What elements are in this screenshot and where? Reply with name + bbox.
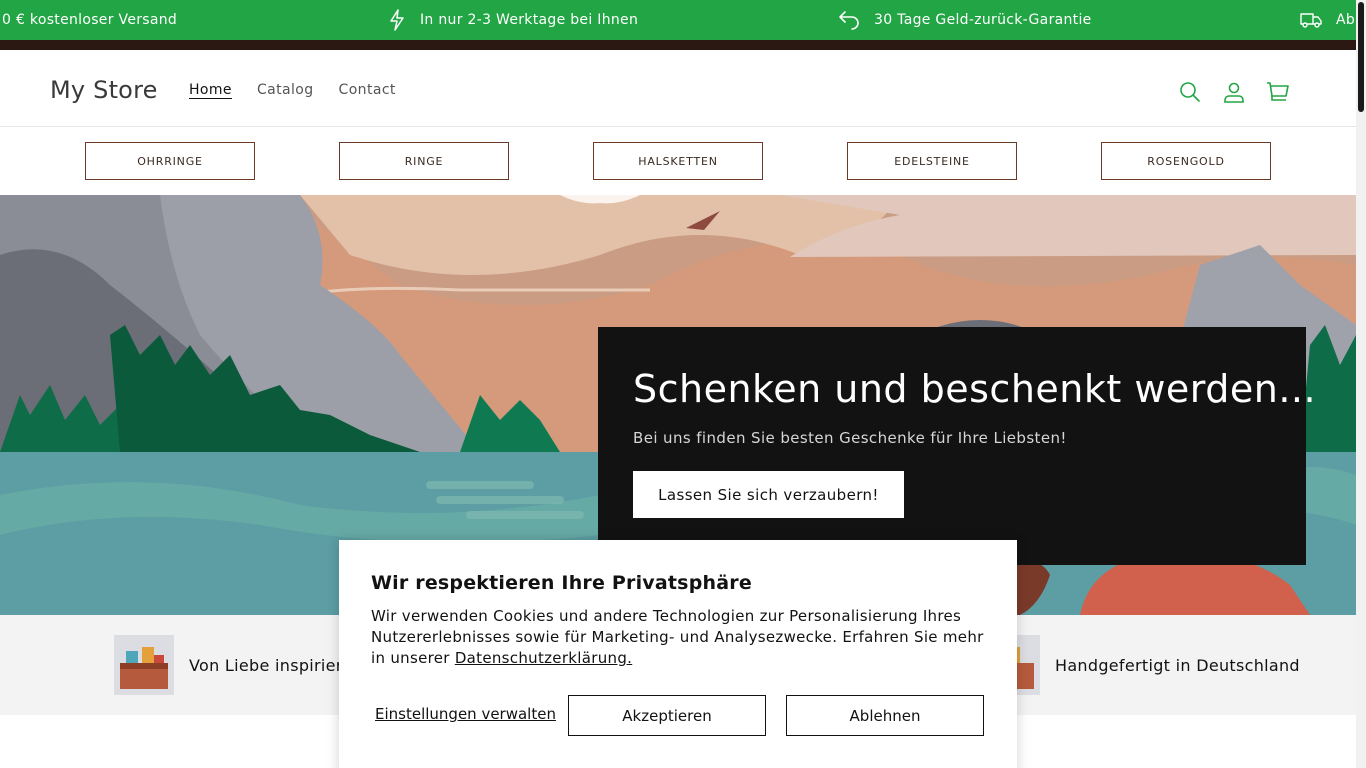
category-button-ohrringe[interactable]: OHRRINGE bbox=[85, 142, 255, 180]
header-icons bbox=[1178, 80, 1290, 104]
announcement-item-partial: Ab bbox=[1300, 0, 1355, 40]
search-icon[interactable] bbox=[1178, 80, 1202, 104]
feature-item: Handgefertigt in Deutschland bbox=[980, 635, 1300, 695]
announcement-text: 30 Tage Geld-zurück-Garantie bbox=[874, 12, 1092, 28]
gift-boxes-image bbox=[114, 635, 174, 695]
announcement-text: Ab bbox=[1336, 12, 1356, 28]
feature-text: Von Liebe inspiriert bbox=[189, 655, 350, 675]
announcement-text: In nur 2-3 Werktage bei Ihnen bbox=[420, 12, 639, 28]
site-header: My Store Home Catalog Contact bbox=[0, 50, 1356, 127]
nav-catalog[interactable]: Catalog bbox=[257, 82, 314, 98]
cart-icon[interactable] bbox=[1266, 80, 1290, 104]
cookie-actions: Einstellungen verwalten Akzeptieren Able… bbox=[371, 695, 985, 736]
nav-contact[interactable]: Contact bbox=[339, 82, 396, 98]
accept-button[interactable]: Akzeptieren bbox=[568, 695, 766, 736]
cookie-text: Wir verwenden Cookies und andere Technol… bbox=[371, 606, 985, 669]
category-button-ringe[interactable]: RINGE bbox=[339, 142, 509, 180]
announcement-item-shipping: 0 € kostenloser Versand bbox=[2, 0, 177, 40]
announcement-item-delivery: In nur 2-3 Werktage bei Ihnen bbox=[388, 0, 638, 40]
scrollbar-thumb[interactable] bbox=[1358, 2, 1364, 112]
manage-settings-link[interactable]: Einstellungen verwalten bbox=[375, 705, 556, 723]
hero-title: Schenken und beschenkt werden... bbox=[633, 367, 1317, 411]
cookie-consent-dialog: Wir respektieren Ihre Privatsphäre Wir v… bbox=[339, 540, 1017, 768]
store-logo[interactable]: My Store bbox=[50, 76, 158, 104]
main-navigation: Home Catalog Contact bbox=[189, 82, 396, 98]
nav-home[interactable]: Home bbox=[189, 82, 232, 98]
announcement-bar: 0 € kostenloser Versand In nur 2-3 Werkt… bbox=[0, 0, 1356, 40]
feature-item: Von Liebe inspiriert bbox=[114, 635, 349, 695]
category-button-edelsteine[interactable]: EDELSTEINE bbox=[847, 142, 1017, 180]
cookie-title: Wir respektieren Ihre Privatsphäre bbox=[371, 572, 752, 594]
feature-text: Handgefertigt in Deutschland bbox=[1055, 655, 1300, 675]
hero-text-panel: Schenken und beschenkt werden... Bei uns… bbox=[598, 327, 1317, 565]
account-icon[interactable] bbox=[1222, 80, 1246, 104]
lightning-icon bbox=[390, 9, 404, 31]
decline-button[interactable]: Ablehnen bbox=[786, 695, 984, 736]
category-bar: OHRRINGE RINGE HALSKETTEN EDELSTEINE ROS… bbox=[0, 127, 1356, 195]
announcement-text: 0 € kostenloser Versand bbox=[2, 12, 178, 28]
return-arrow-icon bbox=[839, 11, 859, 30]
hero-cta-button[interactable]: Lassen Sie sich verzaubern! bbox=[633, 471, 904, 518]
hero-subtitle: Bei uns finden Sie besten Geschenke für … bbox=[633, 429, 1067, 447]
announcement-item-guarantee: 30 Tage Geld-zurück-Garantie bbox=[838, 0, 1092, 40]
header-divider-strip bbox=[0, 40, 1356, 50]
category-button-halsketten[interactable]: HALSKETTEN bbox=[593, 142, 763, 180]
category-button-rosengold[interactable]: ROSENGOLD bbox=[1101, 142, 1271, 180]
privacy-policy-link[interactable]: Datenschutzerklärung. bbox=[455, 649, 632, 667]
truck-icon bbox=[1300, 13, 1322, 28]
page-scrollbar[interactable] bbox=[1356, 0, 1366, 768]
